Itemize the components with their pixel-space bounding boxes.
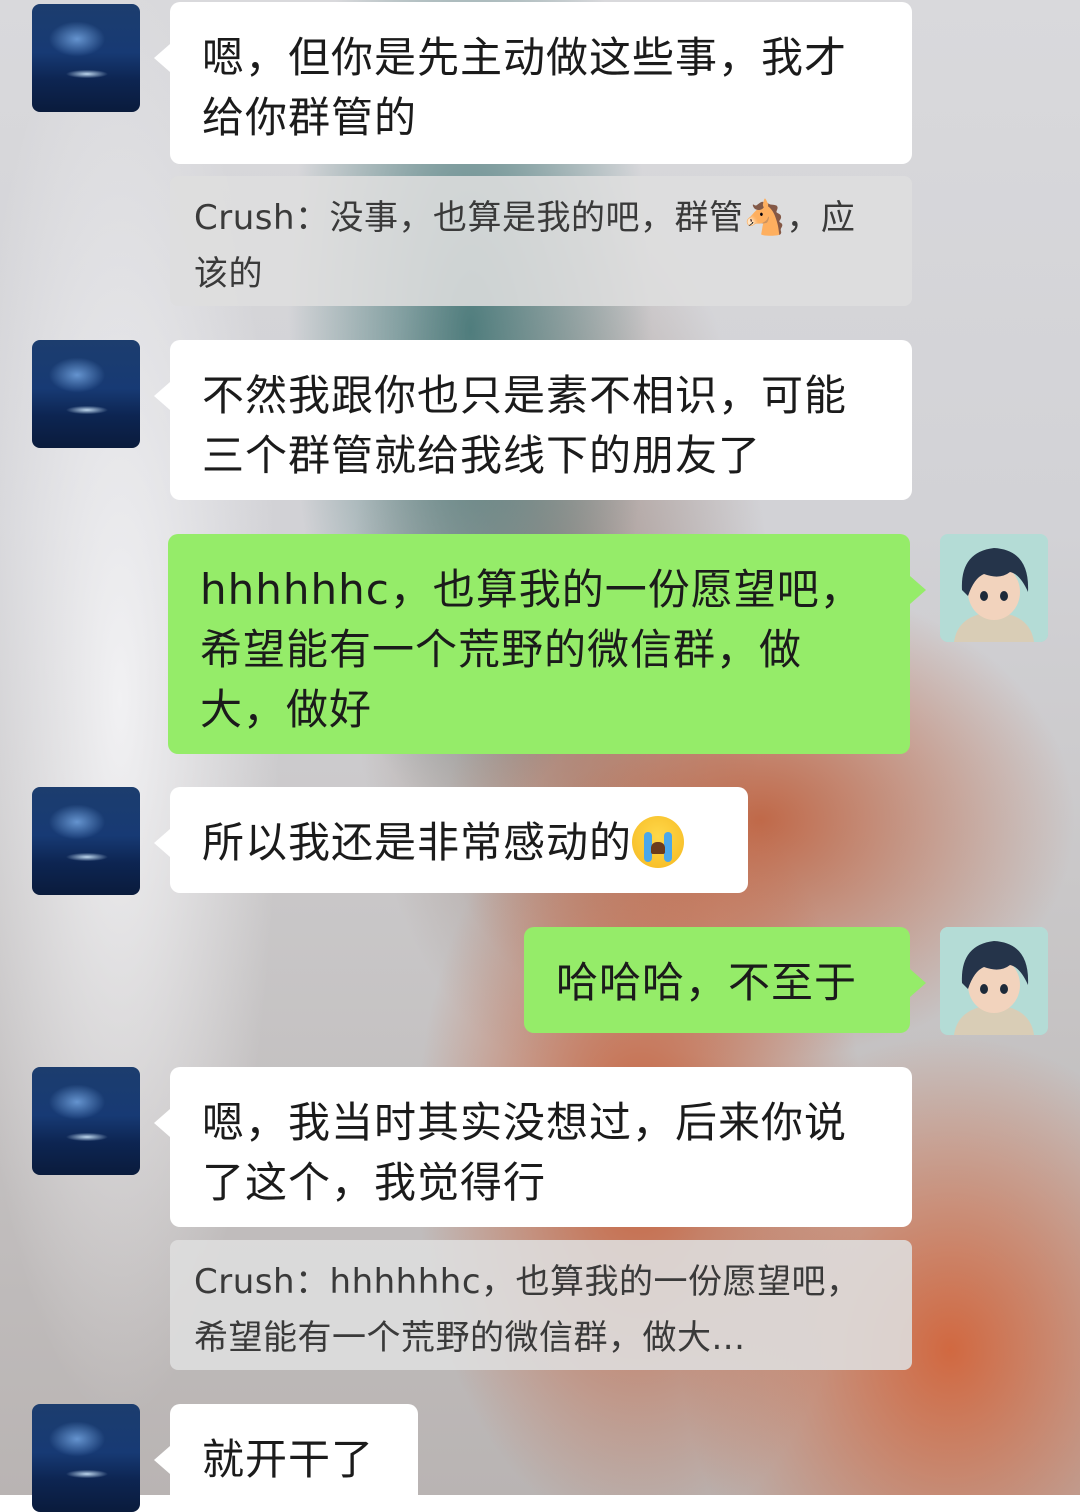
user-avatar[interactable] <box>940 927 1048 1035</box>
message-bubble-incoming[interactable]: 不然我跟你也只是素不相识，可能三个群管就给我线下的朋友了 <box>154 340 912 500</box>
quoted-message[interactable]: Crush：没事，也算是我的吧，群管🐴，应该的 <box>170 176 912 306</box>
message-text: 哈哈哈，不至于 <box>556 958 858 1007</box>
contact-avatar[interactable] <box>32 1404 140 1512</box>
contact-avatar[interactable] <box>32 340 140 448</box>
message-bubble-outgoing[interactable]: hhhhhhc，也算我的一份愿望吧，希望能有一个荒野的微信群，做大，做好 <box>168 534 926 754</box>
quoted-message-text: Crush：hhhhhhc，也算我的一份愿望吧，希望能有一个荒野的微信群，做大.… <box>194 1262 861 1358</box>
message-text: 就开干了 <box>202 1435 375 1484</box>
message-text: 嗯，我当时其实没想过，后来你说了这个，我觉得行 <box>202 1098 848 1207</box>
contact-avatar[interactable] <box>32 4 140 112</box>
message-text: hhhhhhc，也算我的一份愿望吧，希望能有一个荒野的微信群，做大，做好 <box>200 565 863 734</box>
contact-avatar[interactable] <box>32 787 140 895</box>
message-bubble-outgoing[interactable]: 哈哈哈，不至于 <box>524 927 926 1033</box>
contact-avatar[interactable] <box>32 1067 140 1175</box>
message-bubble-incoming[interactable]: 所以我还是非常感动的 <box>154 787 748 893</box>
message-text: 嗯，但你是先主动做这些事，我才给你群管的 <box>202 33 848 142</box>
message-text: 所以我还是非常感动的 <box>202 818 633 867</box>
quoted-message[interactable]: Crush：hhhhhhc，也算我的一份愿望吧，希望能有一个荒野的微信群，做大.… <box>170 1240 912 1370</box>
quoted-message-text: Crush：没事，也算是我的吧，群管🐴，应该的 <box>194 198 856 294</box>
message-bubble-incoming[interactable]: 嗯，我当时其实没想过，后来你说了这个，我觉得行 <box>154 1067 912 1227</box>
message-bubble-incoming[interactable]: 嗯，但你是先主动做这些事，我才给你群管的 <box>154 2 912 164</box>
user-avatar[interactable] <box>940 534 1048 642</box>
message-text: 不然我跟你也只是素不相识，可能三个群管就给我线下的朋友了 <box>202 371 848 480</box>
loudly-crying-face-icon <box>632 815 685 868</box>
message-bubble-incoming[interactable]: 就开干了 <box>154 1404 418 1510</box>
